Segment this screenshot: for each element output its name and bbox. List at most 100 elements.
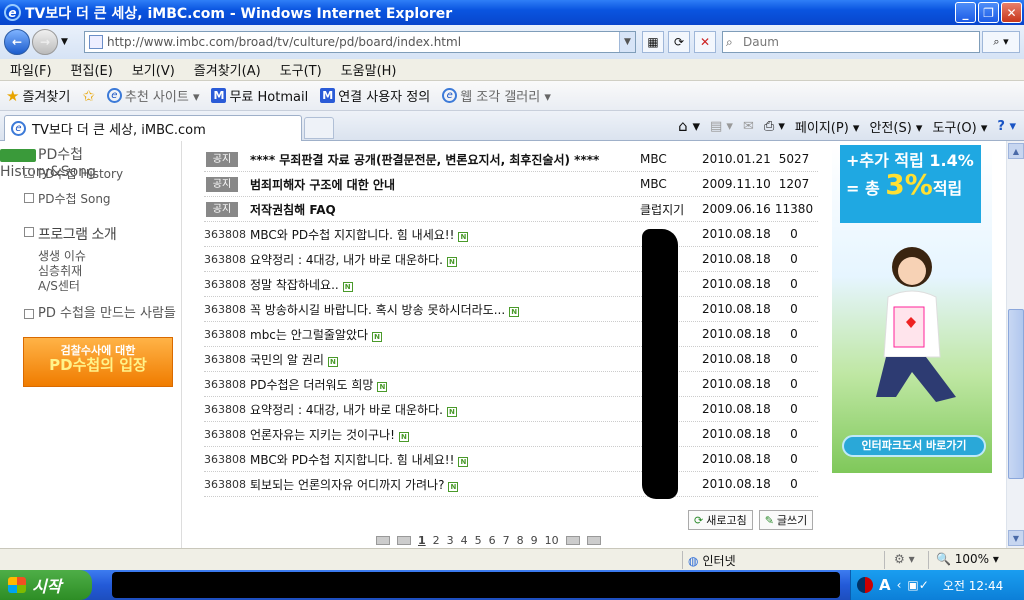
new-post-icon: N (458, 231, 469, 242)
tab-imbc[interactable]: e TV보다 더 큰 세상, iMBC.com (4, 115, 302, 141)
mail-icon[interactable]: ✉ (743, 119, 754, 134)
last-page-icon[interactable] (586, 536, 601, 545)
page-link-1[interactable]: 1 (418, 534, 426, 547)
sidebar-item-people[interactable]: PD 수첩을 만드는 사람들 (38, 306, 176, 321)
history-dropdown-icon[interactable]: ▼ (61, 37, 68, 47)
write-button[interactable]: ✎ 글쓰기 (758, 510, 814, 530)
menu-view[interactable]: 보기(V) (132, 60, 175, 79)
help-icon[interactable]: ? ▾ (997, 119, 1016, 134)
refresh-list-button[interactable]: ⟳ 새로고침 (688, 510, 753, 530)
menu-tools[interactable]: 도구(T) (280, 60, 322, 79)
menu-help[interactable]: 도움말(H) (341, 60, 397, 79)
scroll-thumb[interactable] (1008, 309, 1024, 479)
favorites-button[interactable]: ★ 즐겨찾기 (6, 86, 70, 106)
zoom-control[interactable]: 🔍 100% ▾ (936, 552, 999, 566)
row-subject-link[interactable]: 꼭 방송하시길 바랍니다. 혹시 방송 못하시더라도... N (250, 301, 640, 318)
ad-banner[interactable]: +추가 적립 1.4% = 총 3%적립 인터파크도서 바로가기 (832, 145, 992, 473)
page-link-8[interactable]: 8 (517, 534, 524, 547)
sidebar-item-deep[interactable]: 심층취재 (38, 264, 82, 279)
address-input[interactable]: http://www.imbc.com/broad/tv/culture/pd/… (84, 31, 636, 53)
prev-page-icon[interactable] (397, 536, 411, 545)
maximize-button[interactable]: ❐ (978, 2, 999, 23)
sidebar: PD수첩 History&Song PD수첩 History PD수첩 Song… (0, 141, 182, 548)
row-subject-link[interactable]: MBC와 PD수첩 지지합니다. 힘 내세요!! N (250, 451, 640, 468)
tray-apps-icon[interactable]: ▣✓ (907, 578, 928, 592)
expand-tray-icon[interactable]: ‹ (897, 578, 902, 592)
safety-menu[interactable]: 안전(S) ▾ (869, 117, 922, 136)
minimize-button[interactable]: _ (955, 2, 976, 23)
menu-favorites[interactable]: 즐겨찾기(A) (194, 60, 261, 79)
row-badge-cell: 공지 (204, 201, 250, 217)
back-button[interactable]: ← (4, 29, 30, 55)
scroll-down-arrow[interactable]: ▼ (1008, 530, 1024, 546)
first-page-icon[interactable] (376, 536, 390, 545)
page-link-9[interactable]: 9 (531, 534, 538, 547)
compat-view-button[interactable]: ▦ (642, 31, 664, 53)
row-subject-link[interactable]: **** 무죄판결 자료 공개(판결문전문, 변론요지서, 최후진술서) ***… (250, 151, 640, 168)
tools-menu[interactable]: 도구(O) ▾ (932, 117, 987, 136)
add-favorite-button[interactable]: ✩ (82, 87, 95, 105)
page-link-5[interactable]: 5 (475, 534, 482, 547)
row-subject-link[interactable]: MBC와 PD수첩 지지합니다. 힘 내세요!! N (250, 226, 640, 243)
page-link-3[interactable]: 3 (447, 534, 454, 547)
row-subject-link[interactable]: 저작권침해 FAQ (250, 201, 640, 218)
page-menu[interactable]: 페이지(P) ▾ (795, 117, 860, 136)
search-button[interactable]: ⌕ ▾ (982, 31, 1020, 53)
stop-button[interactable]: ✕ (694, 31, 716, 53)
sidebar-item-program[interactable]: 프로그램 소개 (38, 224, 117, 244)
next-page-icon[interactable] (565, 536, 580, 545)
vertical-scrollbar[interactable]: ▲ ▼ (1006, 141, 1024, 548)
menu-edit[interactable]: 편집(E) (71, 60, 113, 79)
start-button[interactable]: 시작 (0, 570, 92, 600)
suggested-sites-link[interactable]: e 추천 사이트 ▾ (106, 86, 199, 105)
new-post-icon: N (458, 456, 469, 467)
row-subject-link[interactable]: 언론자유는 지키는 것이구나! N (250, 426, 640, 443)
sidebar-item-history[interactable]: PD수첩 History (38, 167, 123, 182)
print-icon[interactable]: ⎙ ▾ (764, 119, 785, 134)
sidebar-item-issue[interactable]: 생생 이슈 (38, 249, 86, 264)
row-subject-link[interactable]: 퇴보되는 언론의자유 어디까지 가려나? N (250, 476, 640, 493)
statement-banner[interactable]: 검찰수사에 대한 PD수첩의 입장 (23, 337, 173, 387)
page-link-10[interactable]: 10 (545, 534, 559, 547)
close-button[interactable]: ✕ (1001, 2, 1022, 23)
page-link-6[interactable]: 6 (489, 534, 496, 547)
row-views: 0 (790, 302, 798, 316)
hotmail-link[interactable]: M 무료 Hotmail (211, 86, 308, 105)
row-subject-link[interactable]: 국민의 알 권리 N (250, 351, 640, 368)
row-date: 2010.08.18 (702, 352, 771, 366)
ad-text-block: +추가 적립 1.4% = 총 3%적립 (840, 145, 981, 223)
search-input[interactable]: ⌕ Daum (722, 31, 980, 53)
sidebar-item-as-center[interactable]: A/S센터 (38, 279, 80, 294)
new-tab-button[interactable] (304, 117, 334, 139)
row-subject-link[interactable]: 요약정리 : 4대강, 내가 바로 대운하다. N (250, 251, 640, 268)
home-icon[interactable]: ⌂ ▾ (678, 117, 700, 135)
feeds-icon[interactable]: ▤ ▾ (710, 119, 733, 134)
row-views: 0 (790, 377, 798, 391)
row-date: 2010.08.18 (702, 402, 771, 416)
page-link-2[interactable]: 2 (433, 534, 440, 547)
forward-button[interactable]: → (32, 29, 58, 55)
address-dropdown-icon[interactable]: ▼ (619, 32, 635, 52)
ad-cta-button[interactable]: 인터파크도서 바로가기 (842, 435, 986, 457)
web-slice-gallery-link[interactable]: e웹 조각 갤러리 ▾ (442, 86, 551, 105)
page-link-4[interactable]: 4 (461, 534, 468, 547)
row-subject-link[interactable]: mbc는 안그럴줄알았다 N (250, 326, 640, 343)
language-flag-icon[interactable] (857, 577, 873, 593)
row-subject-link[interactable]: 정말 착잡하네요.. N (250, 276, 640, 293)
bullet-icon (24, 168, 34, 178)
row-subject-link[interactable]: PD수첩은 더러워도 희망 N (250, 376, 640, 393)
customize-links-link[interactable]: M 연결 사용자 정의 (320, 86, 430, 105)
row-subject-link[interactable]: 요약정리 : 4대강, 내가 바로 대운하다. N (250, 401, 640, 418)
security-zone[interactable]: ◍ 인터넷 (688, 552, 736, 569)
refresh-button[interactable]: ⟳ (668, 31, 690, 53)
page-link-7[interactable]: 7 (503, 534, 510, 547)
input-mode-icon[interactable]: A (879, 576, 891, 594)
sidebar-item-song[interactable]: PD수첩 Song (38, 192, 111, 207)
pencil-icon: ✎ (764, 513, 774, 527)
protected-mode-icon[interactable]: ⚙ ▾ (894, 552, 915, 566)
row-subject-link[interactable]: 범죄피해자 구조에 대한 안내 (250, 176, 640, 193)
scroll-up-arrow[interactable]: ▲ (1008, 143, 1024, 159)
row-subject-text: **** 무죄판결 자료 공개(판결문전문, 변론요지서, 최후진술서) ***… (250, 152, 600, 167)
title-bar: e TV보다 더 큰 세상, iMBC.com - Windows Intern… (0, 0, 1024, 25)
menu-file[interactable]: 파일(F) (10, 60, 52, 79)
